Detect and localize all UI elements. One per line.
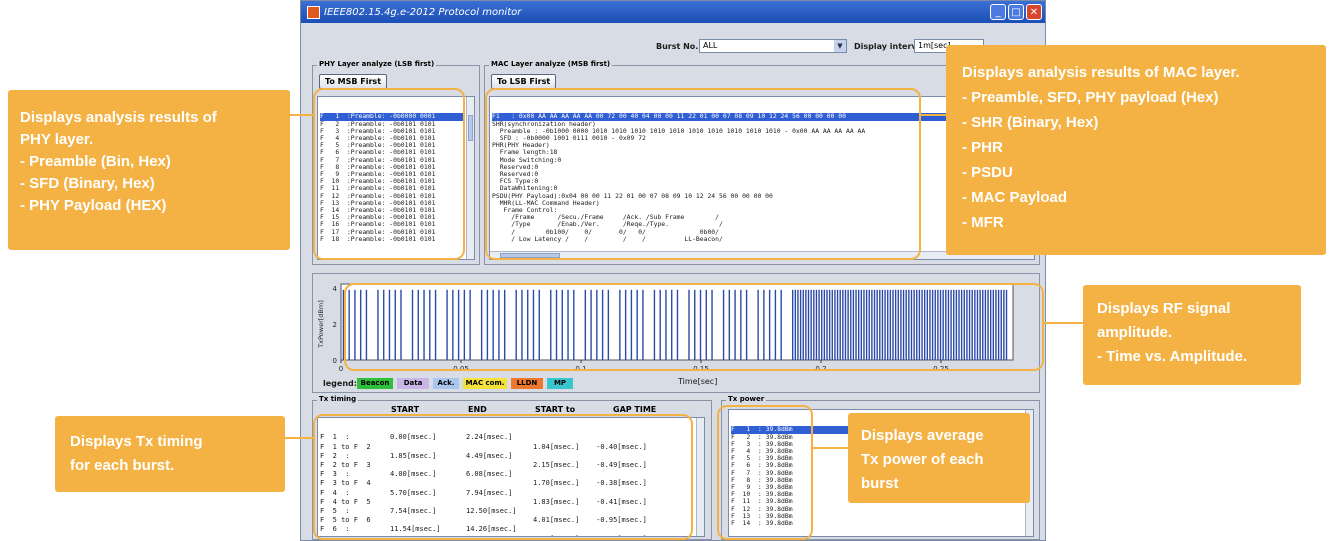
legend-item: MAC com.: [463, 378, 507, 389]
rf-highlight: [344, 283, 1044, 371]
tx-timing-scrollbar[interactable]: [696, 418, 704, 536]
maximize-icon: □: [1011, 6, 1021, 18]
col-end: END: [468, 405, 487, 414]
mac-callout-line: - MFR: [962, 214, 1004, 231]
x-axis-label: Time[sec]: [678, 377, 718, 386]
mac-callout-line: - MAC Payload: [962, 189, 1068, 206]
y-tick-label: 2: [333, 321, 337, 329]
rf-callout-line: Displays RF signal: [1097, 300, 1231, 317]
phy-highlight: [313, 88, 465, 260]
power-callout-line: burst: [861, 475, 899, 492]
burst-no-label: Burst No.: [656, 42, 699, 51]
phy-callout-line: PHY layer.: [20, 131, 94, 148]
close-button[interactable]: ✕: [1026, 4, 1042, 20]
power-callout-line: Displays average: [861, 427, 984, 444]
tx-power-title: Tx power: [726, 395, 767, 403]
phy-scrollbar[interactable]: [466, 97, 474, 259]
title-bar: IEEE802.15.4g.e-2012 Protocol monitor _ …: [301, 1, 1045, 23]
mac-connector: [920, 114, 946, 116]
col-start-to: START to: [535, 405, 576, 414]
power-connector: [812, 447, 848, 449]
timing-callout: Displays Tx timing for each burst.: [55, 416, 285, 492]
col-start: START: [391, 405, 420, 414]
burst-no-select[interactable]: ALL ▼: [699, 39, 847, 53]
power-callout: Displays average Tx power of each burst: [848, 413, 1030, 503]
x-tick-label: 0: [339, 365, 343, 373]
legend-item: MP: [547, 378, 573, 389]
phy-callout-line: - Preamble (Bin, Hex): [20, 153, 171, 170]
to-msb-first-button[interactable]: To MSB First: [319, 74, 388, 89]
window-title: IEEE802.15.4g.e-2012 Protocol monitor: [324, 6, 522, 18]
phy-connector: [290, 114, 314, 116]
rf-callout: Displays RF signal amplitude. - Time vs.…: [1083, 285, 1301, 385]
phy-callout-line: Displays analysis results of: [20, 109, 217, 126]
minimize-button[interactable]: _: [990, 4, 1006, 20]
legend-label: legend:: [323, 379, 357, 388]
timing-highlight: [313, 414, 693, 540]
legend-item: LLDN: [511, 378, 543, 389]
mac-group-title: MAC Layer analyze (MSB first): [489, 60, 613, 68]
power-highlight: [717, 405, 813, 540]
mac-callout: Displays analysis results of MAC layer. …: [946, 45, 1326, 255]
to-lsb-first-button[interactable]: To LSB First: [491, 74, 557, 89]
phy-group-title: PHY Layer analyze (LSB first): [317, 60, 437, 68]
y-axis-label: TxPower[dBm]: [317, 300, 325, 348]
y-tick-label: 4: [333, 285, 338, 293]
burst-no-value: ALL: [703, 41, 718, 50]
maximize-button[interactable]: □: [1008, 4, 1024, 20]
phy-callout-line: - PHY Payload (HEX): [20, 197, 167, 214]
rf-connector: [1043, 322, 1083, 324]
timing-callout-line: Displays Tx timing: [70, 433, 203, 450]
chevron-down-icon: ▼: [834, 40, 846, 52]
legend-item: Beacon: [357, 378, 393, 389]
col-gap-time: GAP TIME: [613, 405, 657, 414]
rf-callout-line: - Time vs. Amplitude.: [1097, 348, 1248, 365]
phy-callout: Displays analysis results of PHY layer. …: [8, 90, 290, 250]
app-icon: [307, 5, 320, 19]
rf-callout-line: amplitude.: [1097, 324, 1173, 341]
y-tick-label: 0: [333, 357, 337, 365]
mac-callout-line: Displays analysis results of MAC layer.: [962, 64, 1240, 81]
legend-item: Data: [397, 378, 429, 389]
mac-callout-line: - PHR: [962, 139, 1003, 156]
mac-callout-line: - PSDU: [962, 164, 1013, 181]
mac-callout-line: - SHR (Binary, Hex): [962, 114, 1099, 131]
legend-item: Ack.: [433, 378, 459, 389]
mac-callout-line: - Preamble, SFD, PHY payload (Hex): [962, 89, 1219, 106]
timing-connector: [284, 437, 314, 439]
tx-timing-title: Tx timing: [317, 395, 359, 403]
timing-callout-line: for each burst.: [70, 457, 175, 474]
mac-highlight: [485, 88, 921, 260]
close-icon: ✕: [1029, 6, 1039, 18]
power-callout-line: Tx power of each: [861, 451, 984, 468]
phy-callout-line: - SFD (Binary, Hex): [20, 175, 155, 192]
minimize-icon: _: [995, 6, 1001, 18]
